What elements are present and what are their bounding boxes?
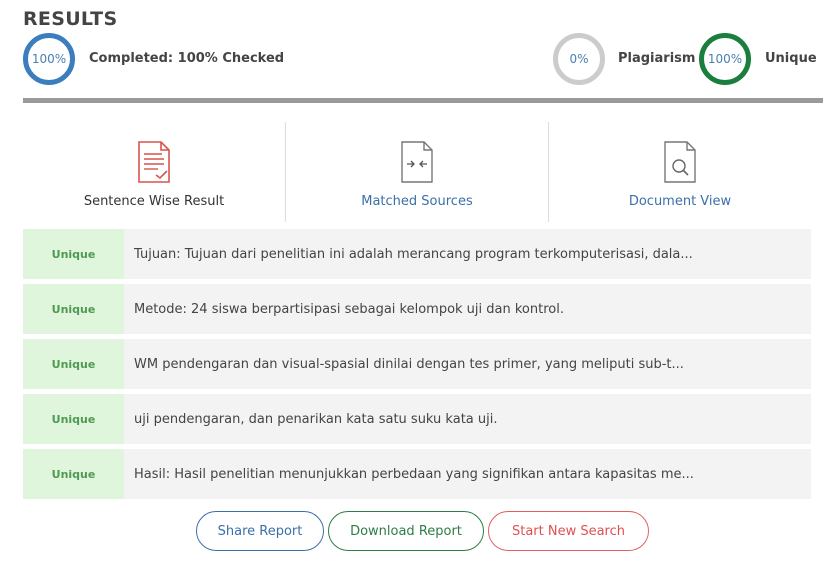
progress-bar <box>23 98 823 103</box>
result-row[interactable]: Unique uji pendengaran, dan penarikan ka… <box>23 394 811 444</box>
share-report-button[interactable]: Share Report <box>196 511 324 551</box>
start-new-search-button[interactable]: Start New Search <box>488 511 649 551</box>
download-report-button[interactable]: Download Report <box>328 511 484 551</box>
document-check-icon <box>138 141 170 183</box>
plagiarism-label: Plagiarism <box>618 51 696 66</box>
result-row[interactable]: Unique Metode: 24 siswa berpartisipasi s… <box>23 284 811 334</box>
status-badge: Unique <box>23 394 124 444</box>
compare-arrows-icon <box>401 141 433 183</box>
sentence-text: Tujuan: Tujuan dari penelitian ini adala… <box>134 246 693 262</box>
document-search-icon <box>664 141 696 183</box>
tab-label-document-view: Document View <box>628 194 732 209</box>
completed-ring: 100% <box>23 33 75 85</box>
tab-label-matched-sources: Matched Sources <box>361 194 473 209</box>
sentence-text: Hasil: Hasil penelitian menunjukkan perb… <box>134 466 694 482</box>
sentence-results-list: Unique Tujuan: Tujuan dari penelitian in… <box>23 229 811 504</box>
result-row[interactable]: Unique Tujuan: Tujuan dari penelitian in… <box>23 229 811 279</box>
sentence-text: Metode: 24 siswa berpartisipasi sebagai … <box>134 301 564 317</box>
result-tabs: Sentence Wise Result Matched Sources Doc… <box>23 122 811 222</box>
tab-matched-sources[interactable]: Matched Sources <box>285 122 548 222</box>
tab-document-view[interactable]: Document View <box>548 122 811 222</box>
status-badge: Unique <box>23 339 124 389</box>
status-badge: Unique <box>23 449 124 499</box>
sentence-text: WM pendengaran dan visual-spasial dinila… <box>134 356 684 372</box>
result-row[interactable]: Unique WM pendengaran dan visual-spasial… <box>23 339 811 389</box>
sentence-text: uji pendengaran, dan penarikan kata satu… <box>134 411 498 427</box>
plagiarism-percent: 0% <box>569 52 589 66</box>
completed-percent: 100% <box>31 52 67 66</box>
progress-fill <box>23 98 823 103</box>
status-badge: Unique <box>23 229 124 279</box>
completed-label: Completed: 100% Checked <box>89 51 285 66</box>
unique-label: Unique <box>765 51 817 66</box>
tab-sentence-wise-result[interactable]: Sentence Wise Result <box>23 122 285 222</box>
result-row[interactable]: Unique Hasil: Hasil penelitian menunjukk… <box>23 449 811 499</box>
unique-percent: 100% <box>707 52 743 66</box>
plagiarism-ring: 0% <box>553 33 605 85</box>
status-badge: Unique <box>23 284 124 334</box>
results-title: RESULTS <box>23 8 118 30</box>
tab-label-sentence-wise: Sentence Wise Result <box>83 194 225 209</box>
unique-ring: 100% <box>699 33 751 85</box>
